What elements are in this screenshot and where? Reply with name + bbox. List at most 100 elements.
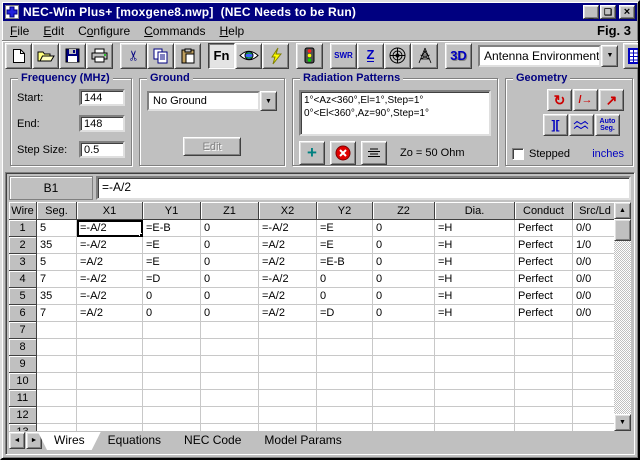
spreadsheet-button[interactable] <box>623 43 640 69</box>
scroll-down-button[interactable]: ▼ <box>614 414 631 431</box>
freq-end-input[interactable]: 148 <box>79 115 125 132</box>
delete-pattern-button[interactable] <box>330 141 356 165</box>
grid-cell[interactable]: =-A/2 <box>77 271 143 288</box>
grid-cell[interactable] <box>259 373 317 390</box>
grid-cell[interactable] <box>77 339 143 356</box>
auto-segment-button[interactable]: AutoSeg. <box>595 114 620 136</box>
column-header-conduct[interactable]: Conduct <box>515 202 573 220</box>
grid-cell[interactable] <box>201 373 259 390</box>
column-header-y2[interactable]: Y2 <box>317 202 373 220</box>
grid-cell[interactable]: 35 <box>37 288 77 305</box>
grid-cell[interactable] <box>573 322 614 339</box>
column-header-wire[interactable]: Wire <box>9 202 37 220</box>
grid-cell[interactable] <box>515 322 573 339</box>
grid-cell[interactable] <box>573 407 614 424</box>
grid-cell[interactable] <box>317 356 373 373</box>
column-header-x2[interactable]: X2 <box>259 202 317 220</box>
grid-cell[interactable]: 0 <box>201 288 259 305</box>
view-antenna-button[interactable] <box>235 43 262 69</box>
grid-cell[interactable]: =E <box>317 237 373 254</box>
grid-cell[interactable] <box>37 356 77 373</box>
freq-step-input[interactable]: 0.5 <box>79 141 125 158</box>
end-connect-button[interactable]: ][ <box>543 114 568 136</box>
environment-dropdown[interactable]: Antenna Environment ▼ <box>478 45 618 67</box>
grid-cell[interactable]: 5 <box>37 254 77 271</box>
grid-cell[interactable] <box>317 390 373 407</box>
grid-cell[interactable] <box>77 407 143 424</box>
grid-cell[interactable]: Perfect <box>515 237 573 254</box>
grid-cell[interactable]: =E-B <box>143 220 201 237</box>
pattern-plot-button[interactable] <box>384 43 411 69</box>
wire-grid[interactable]: WireSeg.X1Y1Z1X2Y2Z2Dia.ConductSrc/Ld 15… <box>9 202 614 431</box>
grid-cell[interactable]: 0 <box>201 220 259 237</box>
radiation-pattern-line[interactable]: 0°<El<360°,Az=90°,Step=1° <box>304 107 489 120</box>
grid-cell[interactable] <box>37 424 77 431</box>
grid-cell[interactable] <box>573 424 614 431</box>
grid-cell[interactable]: Perfect <box>515 271 573 288</box>
grid-cell[interactable] <box>143 373 201 390</box>
grid-cell[interactable]: =D <box>143 271 201 288</box>
grid-cell[interactable]: 35 <box>37 237 77 254</box>
grid-cell[interactable] <box>143 322 201 339</box>
grid-cell[interactable] <box>37 390 77 407</box>
row-header-1[interactable]: 1 <box>9 220 37 237</box>
grid-cell[interactable] <box>143 424 201 431</box>
grid-cell[interactable]: 7 <box>37 271 77 288</box>
grid-cell[interactable]: =E <box>143 237 201 254</box>
run-nec-button[interactable] <box>262 43 289 69</box>
selected-cell[interactable]: =-A/2 <box>77 220 143 237</box>
tab-nec-code[interactable]: NEC Code <box>168 432 257 450</box>
grid-cell[interactable] <box>317 339 373 356</box>
grid-cell[interactable] <box>573 373 614 390</box>
grid-cell[interactable] <box>259 356 317 373</box>
grid-cell[interactable] <box>515 424 573 431</box>
grid-cell[interactable] <box>143 407 201 424</box>
grid-cell[interactable]: 1/0 <box>573 237 614 254</box>
open-file-button[interactable] <box>32 43 59 69</box>
grid-cell[interactable] <box>373 356 435 373</box>
radiation-pattern-list[interactable]: 1°<Az<360°,El=1°,Step=1°0°<El<360°,Az=90… <box>299 90 491 136</box>
grid-cell[interactable] <box>77 322 143 339</box>
grid-cell[interactable]: =E-B <box>317 254 373 271</box>
grid-cell[interactable]: 0/0 <box>573 305 614 322</box>
grid-cell[interactable]: =H <box>435 288 515 305</box>
grid-cell[interactable]: =H <box>435 220 515 237</box>
swr-plot-button[interactable]: SWR <box>330 43 357 69</box>
row-header-4[interactable]: 4 <box>9 271 37 288</box>
menu-item-file[interactable]: File <box>3 22 36 40</box>
grid-cell[interactable]: Perfect <box>515 288 573 305</box>
cell-reference-box[interactable]: B1 <box>9 176 93 200</box>
grid-cell[interactable]: =A/2 <box>259 288 317 305</box>
grid-cell[interactable] <box>143 339 201 356</box>
tab-model-params[interactable]: Model Params <box>248 432 357 450</box>
grid-cell[interactable] <box>373 339 435 356</box>
grid-cell[interactable] <box>373 424 435 431</box>
scale-wire-button[interactable]: ↗ <box>599 89 624 111</box>
grid-cell[interactable]: =A/2 <box>259 237 317 254</box>
grid-cell[interactable] <box>201 390 259 407</box>
grid-cell[interactable]: =H <box>435 237 515 254</box>
scrollbar-track[interactable] <box>614 241 631 414</box>
close-button[interactable]: × <box>619 5 635 19</box>
app-icon[interactable] <box>5 5 19 19</box>
grid-cell[interactable] <box>515 373 573 390</box>
formula-input[interactable]: =-A/2 <box>96 176 631 200</box>
grid-cell[interactable]: 0 <box>201 254 259 271</box>
grid-cell[interactable]: =-A/2 <box>259 220 317 237</box>
grid-cell[interactable]: =-A/2 <box>77 237 143 254</box>
grid-cell[interactable]: 0 <box>373 305 435 322</box>
grid-cell[interactable] <box>435 407 515 424</box>
grid-cell[interactable] <box>317 407 373 424</box>
grid-cell[interactable] <box>77 390 143 407</box>
ground-edit-button[interactable]: Edit <box>183 137 241 156</box>
paste-button[interactable] <box>174 43 201 69</box>
rotate-wire-button[interactable]: ↻ <box>547 89 572 111</box>
fn-equations-button[interactable]: Fn <box>208 43 235 69</box>
grid-cell[interactable] <box>201 339 259 356</box>
grid-cell[interactable] <box>37 322 77 339</box>
antenna-view-button[interactable] <box>411 43 438 69</box>
grid-cell[interactable]: =D <box>317 305 373 322</box>
grid-cell[interactable]: Perfect <box>515 220 573 237</box>
grid-cell[interactable] <box>201 407 259 424</box>
grid-cell[interactable]: 0/0 <box>573 220 614 237</box>
